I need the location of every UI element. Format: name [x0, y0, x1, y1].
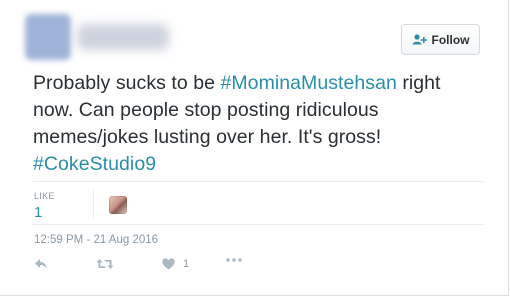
like-stat-label: LIKE [34, 191, 55, 201]
follow-button[interactable]: Follow [401, 24, 480, 55]
follow-button-label: Follow [431, 32, 470, 47]
tweet-timestamp[interactable]: 12:59 PM - 21 Aug 2016 [34, 234, 158, 246]
tweet-text-part-1: Probably sucks to be [33, 72, 221, 94]
retweet-icon [96, 259, 114, 269]
tweet-card: Follow Probably sucks to be #MominaMuste… [0, 0, 509, 296]
more-icon [226, 258, 242, 262]
stat-divider [93, 190, 94, 218]
divider [33, 224, 483, 225]
user-avatar[interactable] [25, 14, 71, 60]
liker-avatar[interactable] [109, 196, 127, 214]
retweet-button[interactable] [96, 258, 114, 270]
heart-icon [162, 258, 175, 270]
more-button[interactable] [226, 258, 242, 262]
like-stat[interactable]: LIKE 1 [34, 191, 55, 221]
like-button[interactable]: 1 [162, 258, 189, 270]
hashtag-link[interactable]: #CokeStudio9 [33, 153, 156, 175]
like-stat-count[interactable]: 1 [34, 204, 55, 221]
tweet-text: Probably sucks to be #MominaMustehsan ri… [33, 70, 483, 178]
reply-button[interactable] [34, 258, 48, 270]
hashtag-link[interactable]: #MominaMustehsan [220, 72, 396, 94]
follow-user-icon [412, 34, 427, 45]
user-name-redacted[interactable] [77, 24, 169, 50]
like-action-count: 1 [183, 258, 190, 270]
divider [33, 181, 483, 182]
reply-icon [35, 259, 47, 269]
